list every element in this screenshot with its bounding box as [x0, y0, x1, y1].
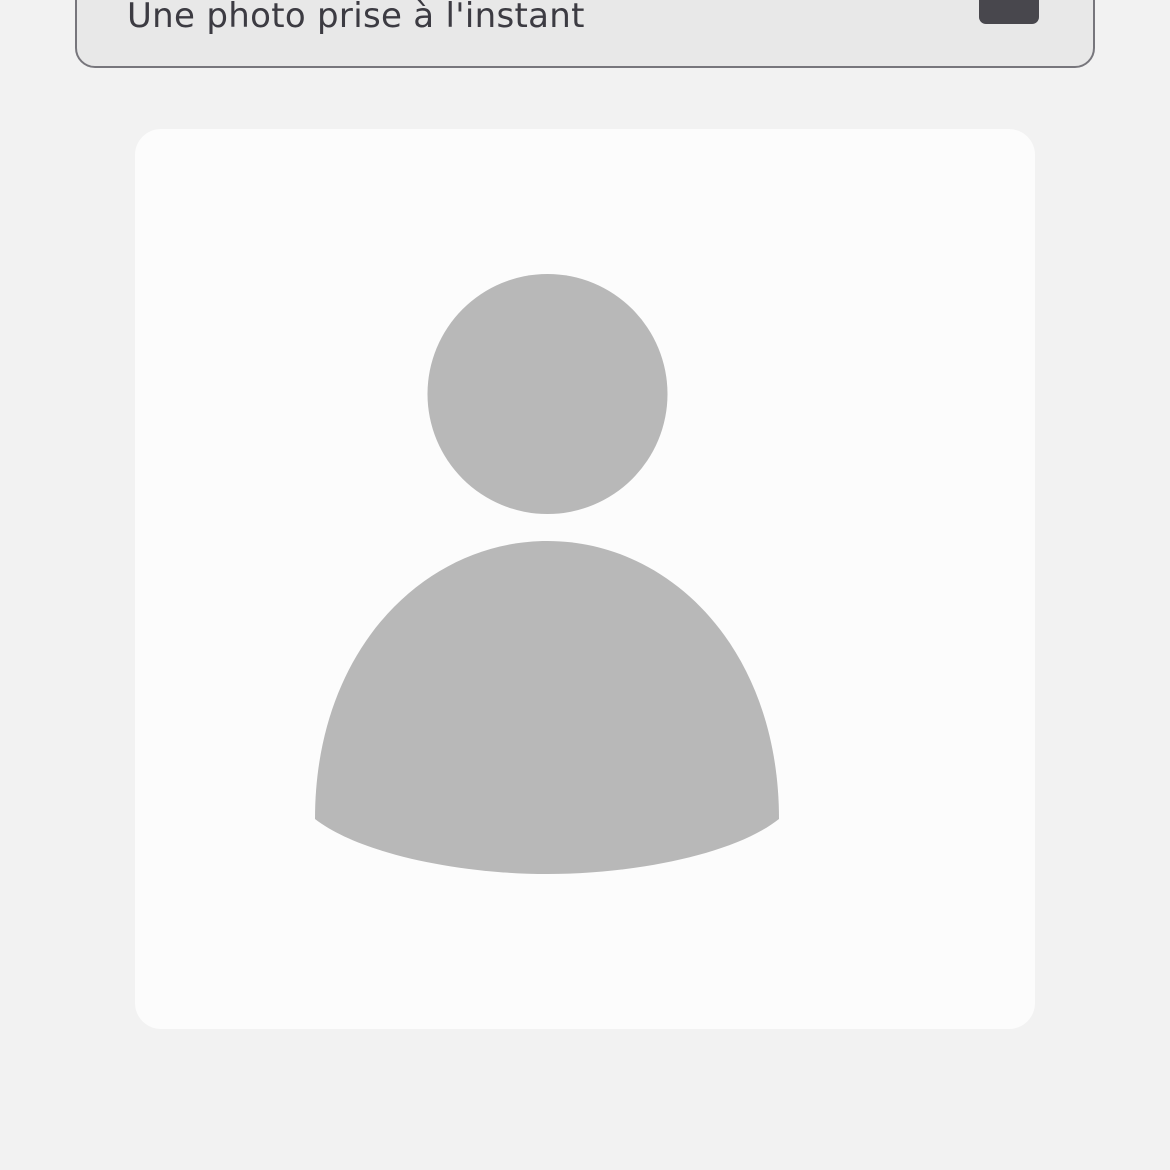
user-placeholder-icon — [315, 274, 779, 874]
take-photo-option[interactable]: Une photo prise à l'instant — [75, 0, 1095, 68]
avatar-preview — [135, 129, 1035, 1029]
photo-picker-screen: Une photo prise à l'instant — [0, 0, 1170, 1170]
camera-icon — [977, 0, 1039, 24]
take-photo-label: Une photo prise à l'instant — [127, 0, 585, 36]
